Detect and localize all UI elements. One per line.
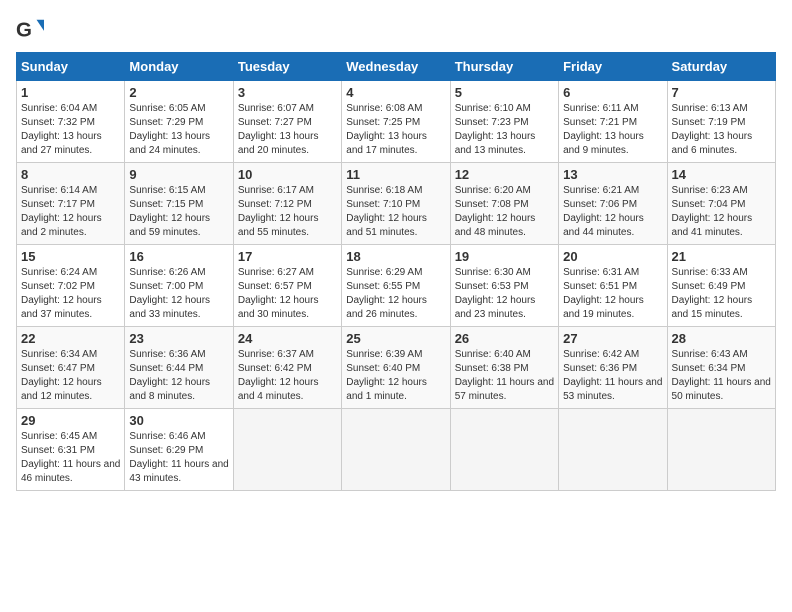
calendar-day: 23Sunrise: 6:36 AMSunset: 6:44 PMDayligh… [125, 327, 233, 409]
calendar-day: 19Sunrise: 6:30 AMSunset: 6:53 PMDayligh… [450, 245, 558, 327]
calendar-day: 17Sunrise: 6:27 AMSunset: 6:57 PMDayligh… [233, 245, 341, 327]
calendar-week-row: 22Sunrise: 6:34 AMSunset: 6:47 PMDayligh… [17, 327, 776, 409]
calendar-day: 21Sunrise: 6:33 AMSunset: 6:49 PMDayligh… [667, 245, 775, 327]
calendar-day [450, 409, 558, 491]
weekday-header: Tuesday [233, 53, 341, 81]
svg-text:G: G [16, 19, 32, 42]
weekday-header-row: SundayMondayTuesdayWednesdayThursdayFrid… [17, 53, 776, 81]
weekday-header: Thursday [450, 53, 558, 81]
calendar-day: 3Sunrise: 6:07 AMSunset: 7:27 PMDaylight… [233, 81, 341, 163]
weekday-header: Monday [125, 53, 233, 81]
calendar-day: 9Sunrise: 6:15 AMSunset: 7:15 PMDaylight… [125, 163, 233, 245]
weekday-header: Friday [559, 53, 667, 81]
calendar-week-row: 15Sunrise: 6:24 AMSunset: 7:02 PMDayligh… [17, 245, 776, 327]
calendar-day: 30Sunrise: 6:46 AMSunset: 6:29 PMDayligh… [125, 409, 233, 491]
calendar-day [559, 409, 667, 491]
calendar-day: 11Sunrise: 6:18 AMSunset: 7:10 PMDayligh… [342, 163, 450, 245]
calendar-day: 28Sunrise: 6:43 AMSunset: 6:34 PMDayligh… [667, 327, 775, 409]
calendar-day: 26Sunrise: 6:40 AMSunset: 6:38 PMDayligh… [450, 327, 558, 409]
weekday-header: Saturday [667, 53, 775, 81]
calendar-day [342, 409, 450, 491]
logo: G [16, 16, 48, 44]
page-header: G [16, 16, 776, 44]
calendar-day: 8Sunrise: 6:14 AMSunset: 7:17 PMDaylight… [17, 163, 125, 245]
calendar-week-row: 8Sunrise: 6:14 AMSunset: 7:17 PMDaylight… [17, 163, 776, 245]
calendar-day: 25Sunrise: 6:39 AMSunset: 6:40 PMDayligh… [342, 327, 450, 409]
calendar-week-row: 1Sunrise: 6:04 AMSunset: 7:32 PMDaylight… [17, 81, 776, 163]
calendar-week-row: 29Sunrise: 6:45 AMSunset: 6:31 PMDayligh… [17, 409, 776, 491]
weekday-header: Sunday [17, 53, 125, 81]
calendar-day: 2Sunrise: 6:05 AMSunset: 7:29 PMDaylight… [125, 81, 233, 163]
calendar-day: 29Sunrise: 6:45 AMSunset: 6:31 PMDayligh… [17, 409, 125, 491]
calendar-day: 27Sunrise: 6:42 AMSunset: 6:36 PMDayligh… [559, 327, 667, 409]
calendar-day: 10Sunrise: 6:17 AMSunset: 7:12 PMDayligh… [233, 163, 341, 245]
calendar-day [667, 409, 775, 491]
calendar-day: 13Sunrise: 6:21 AMSunset: 7:06 PMDayligh… [559, 163, 667, 245]
calendar-day: 6Sunrise: 6:11 AMSunset: 7:21 PMDaylight… [559, 81, 667, 163]
calendar-day: 20Sunrise: 6:31 AMSunset: 6:51 PMDayligh… [559, 245, 667, 327]
calendar-day [233, 409, 341, 491]
calendar-day: 14Sunrise: 6:23 AMSunset: 7:04 PMDayligh… [667, 163, 775, 245]
calendar-day: 4Sunrise: 6:08 AMSunset: 7:25 PMDaylight… [342, 81, 450, 163]
calendar-day: 22Sunrise: 6:34 AMSunset: 6:47 PMDayligh… [17, 327, 125, 409]
calendar-day: 7Sunrise: 6:13 AMSunset: 7:19 PMDaylight… [667, 81, 775, 163]
calendar-day: 15Sunrise: 6:24 AMSunset: 7:02 PMDayligh… [17, 245, 125, 327]
calendar-table: SundayMondayTuesdayWednesdayThursdayFrid… [16, 52, 776, 491]
calendar-day: 5Sunrise: 6:10 AMSunset: 7:23 PMDaylight… [450, 81, 558, 163]
calendar-day: 24Sunrise: 6:37 AMSunset: 6:42 PMDayligh… [233, 327, 341, 409]
logo-icon: G [16, 16, 44, 44]
calendar-day: 18Sunrise: 6:29 AMSunset: 6:55 PMDayligh… [342, 245, 450, 327]
calendar-day: 16Sunrise: 6:26 AMSunset: 7:00 PMDayligh… [125, 245, 233, 327]
weekday-header: Wednesday [342, 53, 450, 81]
calendar-day: 12Sunrise: 6:20 AMSunset: 7:08 PMDayligh… [450, 163, 558, 245]
calendar-day: 1Sunrise: 6:04 AMSunset: 7:32 PMDaylight… [17, 81, 125, 163]
